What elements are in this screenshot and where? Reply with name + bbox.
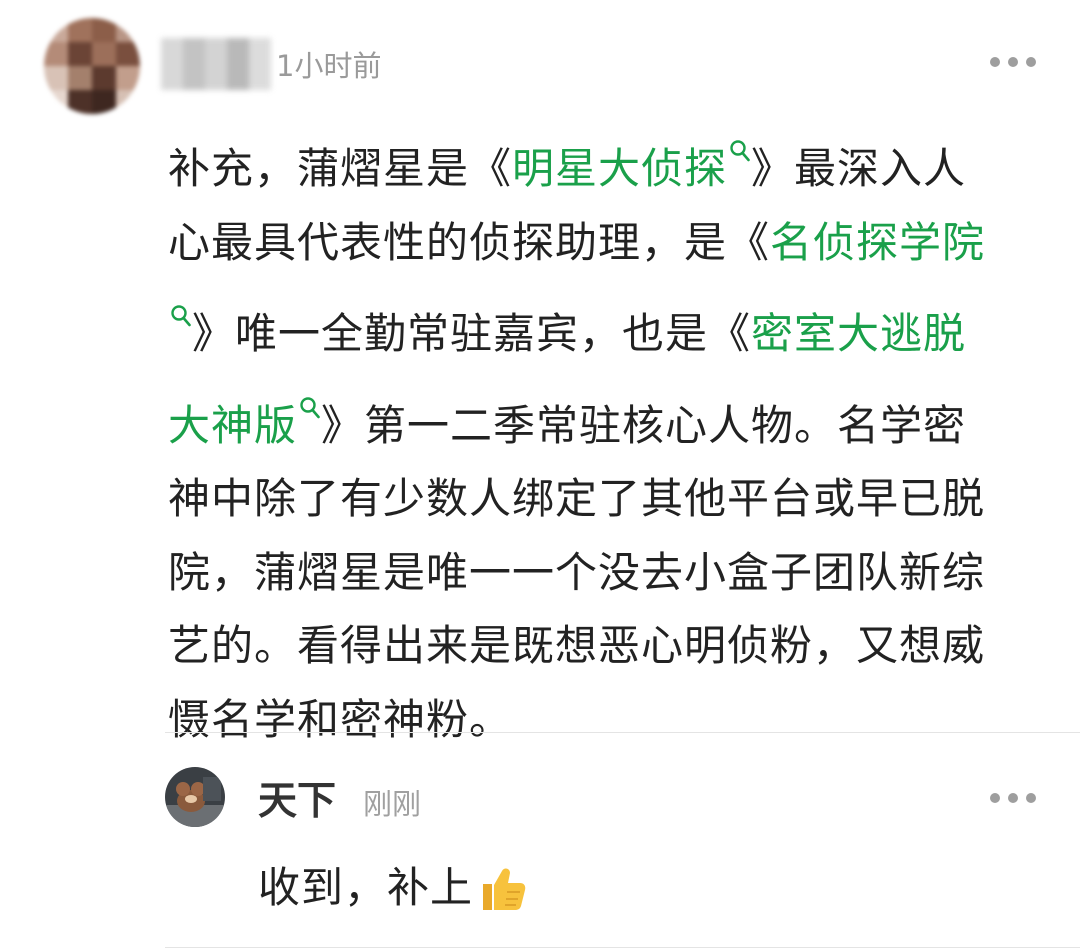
search-icon[interactable] [299, 371, 321, 418]
comment-text-segment: 院，蒲熠星是唯一一个没去小盒子团队新综 [168, 547, 986, 597]
commenter-name-blurred[interactable] [161, 38, 271, 90]
keyword-link[interactable]: 密室大逃脱 [751, 309, 966, 358]
more-dots-icon[interactable] [990, 55, 1036, 69]
comment-text-segment: 心最具代表性的侦探助理，是《 [168, 217, 771, 267]
comment-text-segment: 补充，蒲熠星是《 [168, 144, 513, 193]
reply-text: 收到，补上 [258, 863, 474, 912]
comment-text-segment: 神中除了有少数人绑定了其他平台或早已脱 [168, 474, 986, 523]
comment-line: 院，蒲熠星是唯一一个没去小盒子团队新综 [168, 536, 1036, 610]
divider [165, 947, 1080, 948]
keyword-link[interactable] [168, 305, 192, 358]
keyword-link[interactable]: 名侦探学院 [770, 218, 985, 267]
commenter-avatar[interactable] [44, 18, 140, 114]
search-icon[interactable] [170, 279, 192, 327]
comment-text-segment: 》唯一全勤常驻嘉宾，也是《 [192, 309, 752, 358]
comment-body: 补充，蒲熠星是《明星大侦探 》最深入人 心最具代表性的侦探助理，是《名侦探学院 》唯一… [168, 114, 1036, 756]
keyword-link[interactable]: 明星大侦探 [512, 140, 751, 193]
reply-time: 刚刚 [363, 787, 422, 821]
reply-body: 收到，补上 [258, 862, 527, 914]
more-dots-icon[interactable] [990, 791, 1036, 805]
reply-author-name[interactable]: 天下 [258, 779, 336, 825]
comment-text-segment: 艺的。看得出来是既想恶心明侦粉，又想威 [168, 621, 986, 670]
comment-line: 》唯一全勤常驻嘉宾，也是《密室大逃脱 [168, 279, 1036, 371]
comment-line: 补充，蒲熠星是《明星大侦探 》最深入人 [168, 114, 1036, 206]
comment-line: 慑名学和密神粉。 [168, 683, 1036, 757]
divider [165, 732, 1080, 733]
reply-avatar[interactable] [165, 767, 225, 827]
search-icon[interactable] [729, 114, 751, 162]
comment-time: 1小时前 [276, 49, 382, 83]
comment-line: 神中除了有少数人绑定了其他平台或早已脱 [168, 462, 1036, 536]
comment-line: 心最具代表性的侦探助理，是《名侦探学院 [168, 206, 1036, 280]
thumbs-up-emoji [483, 868, 526, 910]
comment-thread: 1小时前 补充，蒲熠星是《明星大侦探 》最深入人 心最具代表性的侦探助理，是《名侦探… [0, 0, 1080, 951]
comment-line: 艺的。看得出来是既想恶心明侦粉，又想威 [168, 609, 1036, 683]
comment-text-segment: 慑名学和密神粉。 [168, 694, 513, 744]
comment-text-segment: 》第一二季常驻核心人物。名学密 [321, 400, 967, 450]
comment-text-segment: 》最深入人 [751, 144, 967, 193]
comment-line: 大神版 》第一二季常驻核心人物。名学密 [168, 371, 1036, 463]
keyword-link[interactable]: 大神版 [168, 396, 321, 450]
